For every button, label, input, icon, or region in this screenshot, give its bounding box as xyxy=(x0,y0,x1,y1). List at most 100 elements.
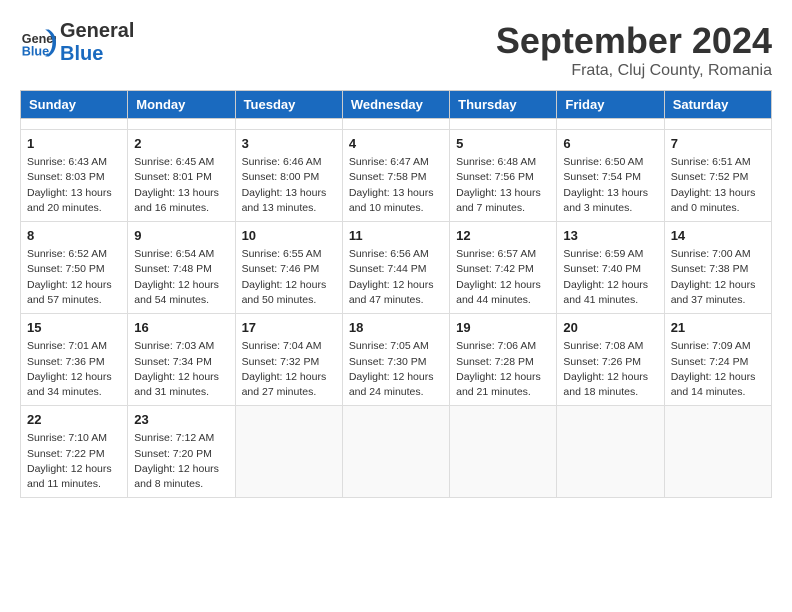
day-number: 16 xyxy=(134,319,228,337)
table-row: 15 Sunrise: 7:01 AM Sunset: 7:36 PM Dayl… xyxy=(21,314,128,406)
table-row: 9 Sunrise: 6:54 AM Sunset: 7:48 PM Dayli… xyxy=(128,222,235,314)
sunrise-text: Sunrise: 7:04 AM xyxy=(242,340,322,352)
sunset-text: Sunset: 7:48 PM xyxy=(134,263,212,275)
table-row: 17 Sunrise: 7:04 AM Sunset: 7:32 PM Dayl… xyxy=(235,314,342,406)
day-info: Sunrise: 7:01 AM Sunset: 7:36 PM Dayligh… xyxy=(27,339,121,400)
daylight-text: Daylight: 13 hours and 20 minutes. xyxy=(27,187,112,214)
calendar-week-row: 22 Sunrise: 7:10 AM Sunset: 7:22 PM Dayl… xyxy=(21,406,772,498)
sunset-text: Sunset: 8:01 PM xyxy=(134,171,212,183)
sunset-text: Sunset: 7:36 PM xyxy=(27,356,105,368)
day-number: 2 xyxy=(134,135,228,153)
day-number: 22 xyxy=(27,411,121,429)
header-friday: Friday xyxy=(557,91,664,119)
sunrise-text: Sunrise: 6:50 AM xyxy=(563,156,643,168)
sunrise-text: Sunrise: 7:12 AM xyxy=(134,432,214,444)
day-number: 5 xyxy=(456,135,550,153)
sunset-text: Sunset: 8:00 PM xyxy=(242,171,320,183)
sunrise-text: Sunrise: 6:45 AM xyxy=(134,156,214,168)
sunrise-text: Sunrise: 6:56 AM xyxy=(349,248,429,260)
sunset-text: Sunset: 7:52 PM xyxy=(671,171,749,183)
sunrise-text: Sunrise: 6:55 AM xyxy=(242,248,322,260)
day-info: Sunrise: 6:52 AM Sunset: 7:50 PM Dayligh… xyxy=(27,247,121,308)
daylight-text: Daylight: 13 hours and 7 minutes. xyxy=(456,187,541,214)
table-row xyxy=(557,119,664,130)
sunrise-text: Sunrise: 6:57 AM xyxy=(456,248,536,260)
table-row: 2 Sunrise: 6:45 AM Sunset: 8:01 PM Dayli… xyxy=(128,130,235,222)
day-info: Sunrise: 7:03 AM Sunset: 7:34 PM Dayligh… xyxy=(134,339,228,400)
calendar-week-row: 8 Sunrise: 6:52 AM Sunset: 7:50 PM Dayli… xyxy=(21,222,772,314)
table-row: 21 Sunrise: 7:09 AM Sunset: 7:24 PM Dayl… xyxy=(664,314,771,406)
sunrise-text: Sunrise: 6:52 AM xyxy=(27,248,107,260)
day-number: 18 xyxy=(349,319,443,337)
sunset-text: Sunset: 8:03 PM xyxy=(27,171,105,183)
table-row: 13 Sunrise: 6:59 AM Sunset: 7:40 PM Dayl… xyxy=(557,222,664,314)
sunrise-text: Sunrise: 7:00 AM xyxy=(671,248,751,260)
day-number: 3 xyxy=(242,135,336,153)
header-thursday: Thursday xyxy=(450,91,557,119)
day-info: Sunrise: 6:50 AM Sunset: 7:54 PM Dayligh… xyxy=(563,155,657,216)
calendar-week-row: 1 Sunrise: 6:43 AM Sunset: 8:03 PM Dayli… xyxy=(21,130,772,222)
day-info: Sunrise: 6:47 AM Sunset: 7:58 PM Dayligh… xyxy=(349,155,443,216)
day-number: 14 xyxy=(671,227,765,245)
day-info: Sunrise: 6:51 AM Sunset: 7:52 PM Dayligh… xyxy=(671,155,765,216)
daylight-text: Daylight: 12 hours and 50 minutes. xyxy=(242,279,327,306)
day-number: 7 xyxy=(671,135,765,153)
day-info: Sunrise: 6:45 AM Sunset: 8:01 PM Dayligh… xyxy=(134,155,228,216)
weekday-header-row: Sunday Monday Tuesday Wednesday Thursday… xyxy=(21,91,772,119)
sunset-text: Sunset: 7:50 PM xyxy=(27,263,105,275)
daylight-text: Daylight: 13 hours and 10 minutes. xyxy=(349,187,434,214)
daylight-text: Daylight: 12 hours and 27 minutes. xyxy=(242,371,327,398)
day-number: 21 xyxy=(671,319,765,337)
daylight-text: Daylight: 12 hours and 24 minutes. xyxy=(349,371,434,398)
daylight-text: Daylight: 13 hours and 0 minutes. xyxy=(671,187,756,214)
table-row xyxy=(235,406,342,498)
header-wednesday: Wednesday xyxy=(342,91,449,119)
day-info: Sunrise: 6:56 AM Sunset: 7:44 PM Dayligh… xyxy=(349,247,443,308)
daylight-text: Daylight: 12 hours and 21 minutes. xyxy=(456,371,541,398)
day-info: Sunrise: 6:48 AM Sunset: 7:56 PM Dayligh… xyxy=(456,155,550,216)
header-monday: Monday xyxy=(128,91,235,119)
header-sunday: Sunday xyxy=(21,91,128,119)
logo: General Blue General Blue xyxy=(20,20,134,66)
sunset-text: Sunset: 7:46 PM xyxy=(242,263,320,275)
sunset-text: Sunset: 7:30 PM xyxy=(349,356,427,368)
table-row: 16 Sunrise: 7:03 AM Sunset: 7:34 PM Dayl… xyxy=(128,314,235,406)
page-container: General Blue General Blue September 2024… xyxy=(20,20,772,498)
table-row: 5 Sunrise: 6:48 AM Sunset: 7:56 PM Dayli… xyxy=(450,130,557,222)
header-tuesday: Tuesday xyxy=(235,91,342,119)
table-row xyxy=(664,406,771,498)
day-info: Sunrise: 6:59 AM Sunset: 7:40 PM Dayligh… xyxy=(563,247,657,308)
table-row xyxy=(128,119,235,130)
day-number: 8 xyxy=(27,227,121,245)
table-row: 6 Sunrise: 6:50 AM Sunset: 7:54 PM Dayli… xyxy=(557,130,664,222)
calendar-subtitle: Frata, Cluj County, Romania xyxy=(496,62,772,80)
header: General Blue General Blue September 2024… xyxy=(20,20,772,80)
daylight-text: Daylight: 12 hours and 57 minutes. xyxy=(27,279,112,306)
daylight-text: Daylight: 12 hours and 41 minutes. xyxy=(563,279,648,306)
day-number: 6 xyxy=(563,135,657,153)
table-row: 11 Sunrise: 6:56 AM Sunset: 7:44 PM Dayl… xyxy=(342,222,449,314)
table-row xyxy=(450,119,557,130)
sunset-text: Sunset: 7:34 PM xyxy=(134,356,212,368)
day-number: 1 xyxy=(27,135,121,153)
sunset-text: Sunset: 7:26 PM xyxy=(563,356,641,368)
day-info: Sunrise: 6:46 AM Sunset: 8:00 PM Dayligh… xyxy=(242,155,336,216)
daylight-text: Daylight: 13 hours and 16 minutes. xyxy=(134,187,219,214)
daylight-text: Daylight: 12 hours and 54 minutes. xyxy=(134,279,219,306)
day-number: 15 xyxy=(27,319,121,337)
sunrise-text: Sunrise: 6:46 AM xyxy=(242,156,322,168)
table-row: 14 Sunrise: 7:00 AM Sunset: 7:38 PM Dayl… xyxy=(664,222,771,314)
sunset-text: Sunset: 7:32 PM xyxy=(242,356,320,368)
logo-icon: General Blue xyxy=(20,25,56,61)
sunset-text: Sunset: 7:22 PM xyxy=(27,448,105,460)
sunrise-text: Sunrise: 6:43 AM xyxy=(27,156,107,168)
day-number: 20 xyxy=(563,319,657,337)
table-row: 12 Sunrise: 6:57 AM Sunset: 7:42 PM Dayl… xyxy=(450,222,557,314)
daylight-text: Daylight: 12 hours and 18 minutes. xyxy=(563,371,648,398)
sunset-text: Sunset: 7:38 PM xyxy=(671,263,749,275)
calendar-week-row xyxy=(21,119,772,130)
daylight-text: Daylight: 12 hours and 37 minutes. xyxy=(671,279,756,306)
title-block: September 2024 Frata, Cluj County, Roman… xyxy=(496,20,772,80)
table-row: 22 Sunrise: 7:10 AM Sunset: 7:22 PM Dayl… xyxy=(21,406,128,498)
day-number: 9 xyxy=(134,227,228,245)
